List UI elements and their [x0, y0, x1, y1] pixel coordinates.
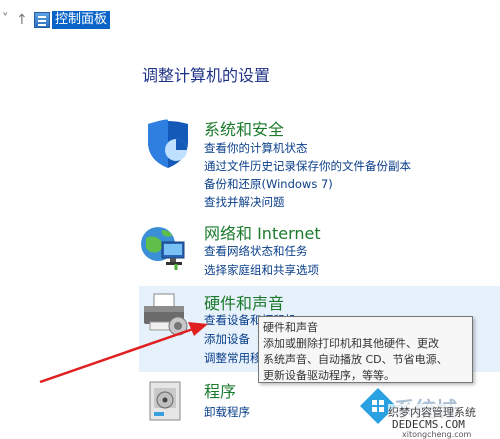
- printer-speaker-icon: [144, 293, 188, 336]
- address-bar[interactable]: 控制面板: [34, 11, 111, 29]
- category-title-network-internet[interactable]: 网络和 Internet: [204, 220, 321, 244]
- category-title-system-security[interactable]: 系统和安全: [204, 116, 284, 140]
- link-network-status[interactable]: 查看网络状态和任务: [204, 243, 308, 259]
- page-title: 调整计算机的设置: [142, 66, 271, 85]
- category-title-programs[interactable]: 程序: [204, 378, 236, 402]
- up-arrow-icon[interactable]: ↑: [16, 12, 28, 28]
- category-title-hardware-sound[interactable]: 硬件和声音: [204, 290, 284, 314]
- address-text[interactable]: 控制面板: [52, 11, 111, 29]
- link-troubleshoot[interactable]: 查找并解决问题: [204, 194, 285, 210]
- tooltip-line: 添加或删除打印机和其他硬件、更改: [263, 337, 439, 350]
- programs-icon: [149, 381, 181, 421]
- link-homegroup-sharing[interactable]: 选择家庭组和共享选项: [204, 262, 319, 278]
- recent-locations-icon[interactable]: ˅: [2, 12, 9, 27]
- watermark: 系统城 织梦内容管理系统 DEDECMS.COM xitongcheng.com: [352, 380, 500, 439]
- address-bar-area: ˅ ↑ 控制面板: [0, 0, 500, 40]
- control-panel-icon: [34, 12, 50, 28]
- link-add-device[interactable]: 添加设备: [204, 331, 250, 347]
- link-view-computer-status[interactable]: 查看你的计算机状态: [204, 140, 308, 156]
- link-uninstall-program[interactable]: 卸载程序: [204, 404, 250, 420]
- tooltip-line: 系统声音、自动播放 CD、节省电源、: [263, 353, 448, 366]
- link-adjust-common-settings[interactable]: 调整常用移: [204, 350, 262, 366]
- tooltip-title: 硬件和声音: [263, 321, 318, 334]
- tooltip-hardware-sound: 硬件和声音 添加或删除打印机和其他硬件、更改 系统声音、自动播放 CD、节省电源…: [258, 316, 473, 383]
- link-backup-restore[interactable]: 备份和还原(Windows 7): [204, 176, 333, 192]
- link-file-history[interactable]: 通过文件历史记录保存你的文件备份副本: [204, 158, 411, 174]
- network-globe-icon: [141, 227, 185, 270]
- shield-icon: [148, 119, 188, 168]
